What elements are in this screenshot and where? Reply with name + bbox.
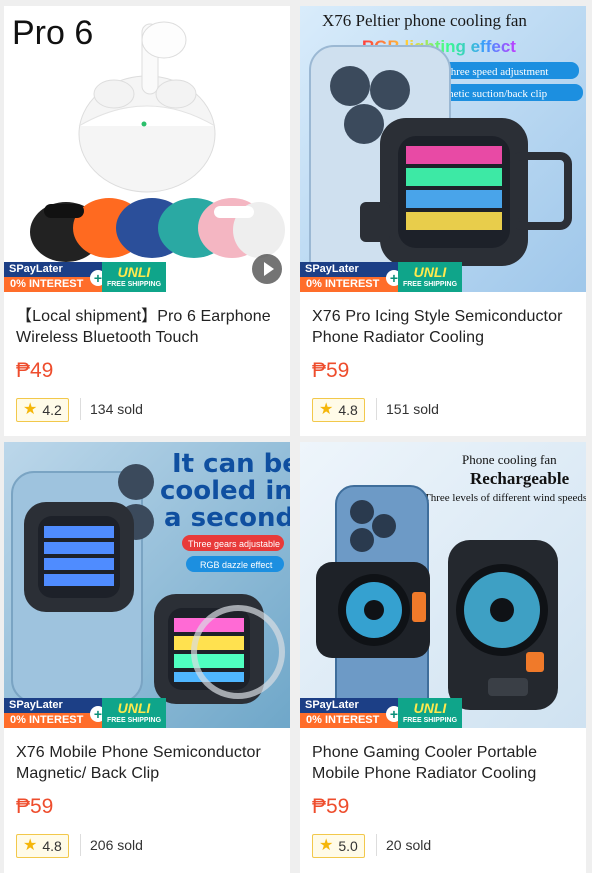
rating-badge: ★ 4.8 [312,398,365,422]
product-title[interactable]: X76 Mobile Phone Semiconductor Magnetic/… [16,742,278,784]
product-price: ₱59 [312,359,350,382]
rating-value: 4.8 [42,838,62,854]
product-image[interactable]: It can be cooled in a second Three gears… [4,442,290,728]
rating-value: 4.2 [42,402,62,418]
promo-banner: SPayLater 0% INTEREST + UNLI FREE SHIPPI… [300,262,586,292]
star-icon: ★ [319,401,334,418]
image-line1: Phone cooling fan [462,452,557,467]
sold-count: 151 sold [376,398,439,420]
unli-label: UNLI [117,700,151,716]
zero-interest-label: 0% INTEREST [300,277,398,292]
image-headline: Pro 6 [12,14,93,52]
product-price: ₱59 [312,795,350,818]
rechargeable-fan-image: Phone cooling fan Rechargeable Three lev… [300,442,586,728]
sold-count: 134 sold [80,398,143,420]
image-tag: Three speed adjustment [444,66,548,78]
spaylater-label: SPayLater [300,262,398,277]
rating-value: 5.0 [338,838,358,854]
free-shipping-badge: UNLI FREE SHIPPING [102,698,166,728]
free-shipping-label: FREE SHIPPING [402,717,458,724]
zero-interest-label: 0% INTEREST [300,713,398,728]
spaylater-label: SPayLater [4,262,102,277]
product-title[interactable]: X76 Pro Icing Style Semiconductor Phone … [312,306,574,348]
star-icon: ★ [23,837,38,854]
magnetic-cooler-image: It can be cooled in a second Three gears… [4,442,290,728]
unli-label: UNLI [117,264,151,280]
promo-banner: SPayLater 0% INTEREST + UNLI FREE SHIPPI… [4,698,290,728]
spaylater-label: SPayLater [4,698,102,713]
product-card[interactable]: Phone cooling fan Rechargeable Three lev… [300,442,586,873]
free-shipping-label: FREE SHIPPING [402,281,458,288]
product-image[interactable]: Phone cooling fan Rechargeable Three lev… [300,442,586,728]
promo-banner: SPayLater 0% INTEREST + UNLI FREE SHIPPI… [4,262,290,292]
free-shipping-label: FREE SHIPPING [106,717,162,724]
zero-interest-label: 0% INTEREST [4,277,102,292]
rating-badge: ★ 4.2 [16,398,69,422]
product-card[interactable]: Pro 6 SPayLater 0% INTEREST + UNLI FREE … [4,6,290,436]
image-line3: Three levels of different wind speeds [424,492,586,504]
product-card[interactable]: It can be cooled in a second Three gears… [4,442,290,873]
unli-label: UNLI [413,700,447,716]
image-tag: RGB dazzle effect [200,560,273,570]
product-title[interactable]: 【Local shipment】Pro 6 Earphone Wireless … [16,306,278,348]
image-line2: cooled in [160,476,290,506]
image-headline: X76 Peltier phone cooling fan [322,11,527,30]
free-shipping-badge: UNLI FREE SHIPPING [398,262,462,292]
promo-banner: SPayLater 0% INTEREST + UNLI FREE SHIPPI… [300,698,586,728]
free-shipping-badge: UNLI FREE SHIPPING [102,262,166,292]
image-line2: Rechargeable [470,469,570,488]
zero-interest-label: 0% INTEREST [4,713,102,728]
star-icon: ★ [319,837,334,854]
star-icon: ★ [23,401,38,418]
product-price: ₱49 [16,359,54,382]
free-shipping-badge: UNLI FREE SHIPPING [398,698,462,728]
rating-badge: ★ 5.0 [312,834,365,858]
free-shipping-label: FREE SHIPPING [106,281,162,288]
play-video-icon[interactable] [252,254,282,284]
sold-count: 20 sold [376,834,431,856]
rating-badge: ★ 4.8 [16,834,69,858]
image-tag: Three gears adjustable [188,539,280,549]
product-card[interactable]: X76 Peltier phone cooling fan RGB lighti… [300,6,586,436]
rating-value: 4.8 [338,402,358,418]
product-image[interactable]: X76 Peltier phone cooling fan RGB lighti… [300,6,586,292]
product-price: ₱59 [16,795,54,818]
image-line3: a second [164,503,290,533]
cooling-fan-image: X76 Peltier phone cooling fan RGB lighti… [300,6,586,292]
earbuds-image: Pro 6 [4,6,290,292]
image-line1: It can be [172,449,290,479]
sold-count: 206 sold [80,834,143,856]
unli-label: UNLI [413,264,447,280]
product-grid: Pro 6 SPayLater 0% INTEREST + UNLI FREE … [0,0,592,873]
spaylater-label: SPayLater [300,698,398,713]
product-image[interactable]: Pro 6 SPayLater 0% INTEREST + UNLI FREE … [4,6,290,292]
product-title[interactable]: Phone Gaming Cooler Portable Mobile Phon… [312,742,574,784]
